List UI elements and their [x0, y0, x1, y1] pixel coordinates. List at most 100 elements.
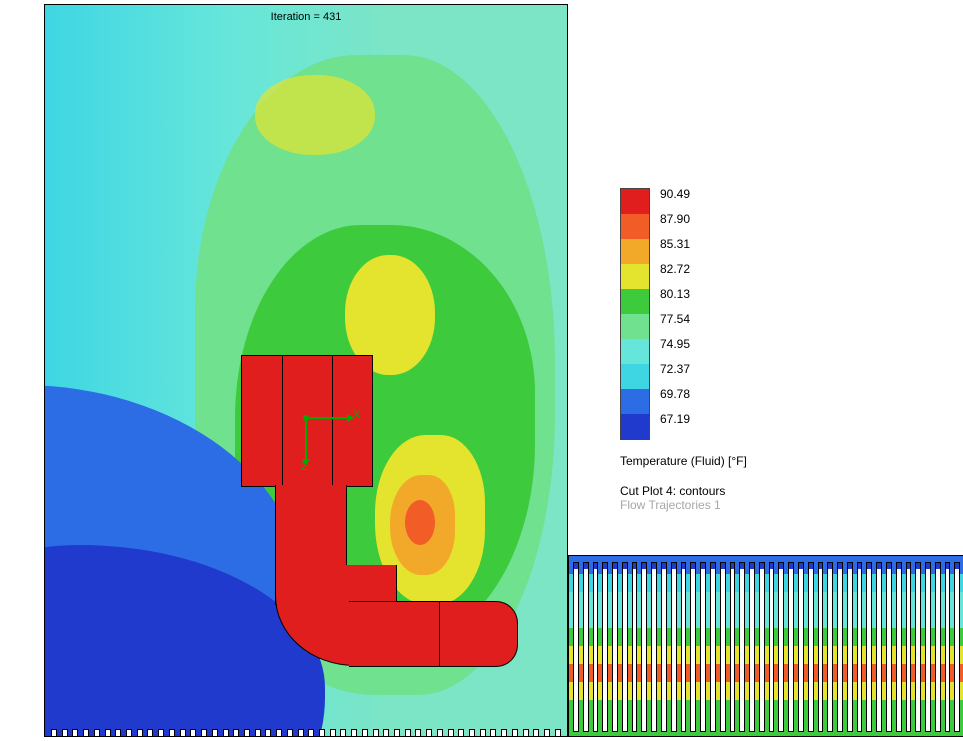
tick	[533, 729, 539, 737]
fin-cap	[926, 563, 930, 569]
fin-cap	[916, 563, 920, 569]
tick	[126, 729, 132, 737]
cut-plot-main[interactable]: X Z Iteration = 431	[44, 4, 568, 737]
fin	[827, 562, 833, 732]
fin	[700, 562, 706, 732]
simulation-viewport: X Z Iteration = 431 90.4987.9085.3182.72…	[0, 0, 963, 741]
fin	[671, 562, 677, 732]
fin	[837, 562, 843, 732]
legend-tick: 82.72	[660, 257, 690, 282]
fin-cap	[946, 563, 950, 569]
fin-cap	[662, 563, 666, 569]
legend-tick: 69.78	[660, 382, 690, 407]
color-legend[interactable]: 90.4987.9085.3182.7280.1377.5474.9572.37…	[620, 188, 900, 512]
fin	[896, 562, 902, 732]
fin	[906, 562, 912, 732]
tick	[147, 729, 153, 737]
fin-cap	[584, 563, 588, 569]
fin-cap	[740, 563, 744, 569]
tick	[437, 729, 443, 737]
fin	[661, 562, 667, 732]
part-pipe-horizontal	[349, 601, 518, 667]
fin	[651, 562, 657, 732]
iteration-label: Iteration = 431	[45, 11, 567, 23]
fin	[886, 562, 892, 732]
fin	[778, 562, 784, 732]
fin	[935, 562, 941, 732]
tick	[394, 729, 400, 737]
fin	[749, 562, 755, 732]
tick	[158, 729, 164, 737]
tick	[244, 729, 250, 737]
legend-swatch	[621, 339, 649, 364]
fin	[945, 562, 951, 732]
tick	[276, 729, 282, 737]
legend-tick: 80.13	[660, 282, 690, 307]
tick	[212, 729, 218, 737]
legend-tick: 67.19	[660, 407, 690, 432]
fin	[573, 562, 579, 732]
legend-tick: 77.54	[660, 307, 690, 332]
tick	[501, 729, 507, 737]
legend-swatch	[621, 289, 649, 314]
fin	[847, 562, 853, 732]
tick	[405, 729, 411, 737]
fin-cap	[819, 563, 823, 569]
legend-title: Temperature (Fluid) [°F]	[620, 454, 900, 468]
fin-cap	[848, 563, 852, 569]
fin-cap	[613, 563, 617, 569]
fin	[612, 562, 618, 732]
tick	[555, 729, 561, 737]
fin	[730, 562, 736, 732]
legend-colorbar	[620, 188, 650, 440]
fin	[954, 562, 960, 732]
tick	[426, 729, 432, 737]
legend-swatch	[621, 414, 649, 439]
fin	[818, 562, 824, 732]
fin-cap	[594, 563, 598, 569]
tick	[72, 729, 78, 737]
fin-cap	[887, 563, 891, 569]
tick	[480, 729, 486, 737]
solid-part	[241, 355, 521, 675]
fin	[641, 562, 647, 732]
fin	[602, 562, 608, 732]
tick	[308, 729, 314, 737]
fin-cap	[877, 563, 881, 569]
fin-cap	[809, 563, 813, 569]
tick	[512, 729, 518, 737]
fin-cap	[867, 563, 871, 569]
fin-cap	[623, 563, 627, 569]
tick	[265, 729, 271, 737]
legend-tick: 85.31	[660, 232, 690, 257]
tick	[351, 729, 357, 737]
fin-cap	[633, 563, 637, 569]
tick	[330, 729, 336, 737]
fin-cap	[691, 563, 695, 569]
tick	[115, 729, 121, 737]
fin-cap	[779, 563, 783, 569]
tick	[373, 729, 379, 737]
fin-cap	[642, 563, 646, 569]
fin-cap	[828, 563, 832, 569]
tick	[137, 729, 143, 737]
tick	[287, 729, 293, 737]
legend-tick: 74.95	[660, 332, 690, 357]
tick	[190, 729, 196, 737]
tick	[83, 729, 89, 737]
fin	[690, 562, 696, 732]
tick	[458, 729, 464, 737]
fin-cap	[936, 563, 940, 569]
part-block	[241, 355, 373, 487]
legend-tick-labels: 90.4987.9085.3182.7280.1377.5474.9572.37…	[660, 182, 690, 432]
fin-cap	[897, 563, 901, 569]
fin	[739, 562, 745, 732]
fin-cap	[799, 563, 803, 569]
legend-tick: 87.90	[660, 207, 690, 232]
fin-cap	[682, 563, 686, 569]
fin	[857, 562, 863, 732]
cut-plot-fins[interactable]	[568, 555, 963, 737]
fin	[915, 562, 921, 732]
legend-swatch	[621, 264, 649, 289]
fin	[710, 562, 716, 732]
